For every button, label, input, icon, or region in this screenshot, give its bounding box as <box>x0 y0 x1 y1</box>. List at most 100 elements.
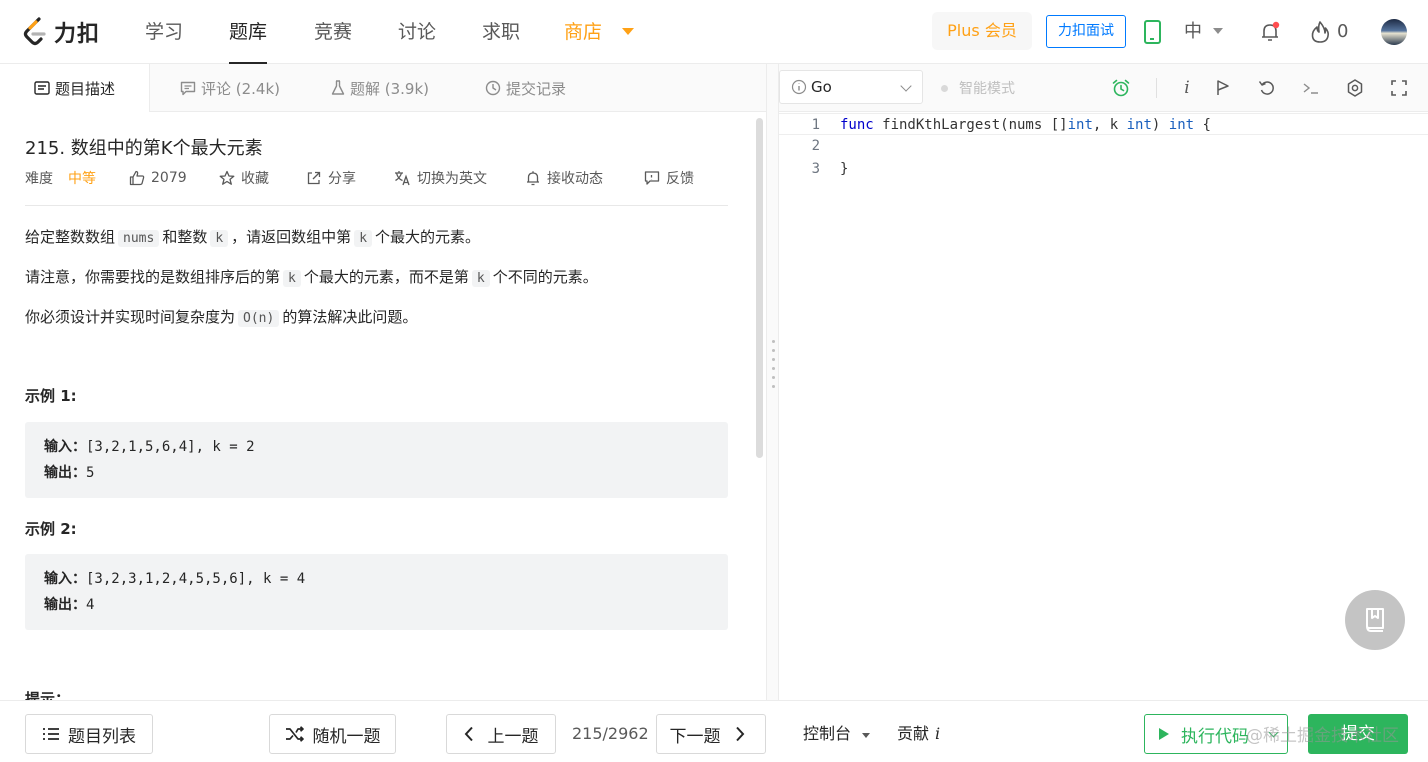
description-scrollbar[interactable] <box>756 118 763 458</box>
problem-position: 215/2962 <box>572 724 649 743</box>
example-1-block: 输入：[3,2,1,5,6,4], k = 2 输出：5 <box>25 422 728 498</box>
paragraph-3: 你必须设计并实现时间复杂度为 O(n) 的算法解决此问题。 <box>25 306 417 327</box>
code-token: { <box>1194 117 1211 133</box>
reset-icon[interactable] <box>1257 78 1277 98</box>
submit-button[interactable]: 提交 <box>1308 714 1408 754</box>
leetcode-logo-icon <box>23 17 46 46</box>
language-switch[interactable]: 中 <box>1184 0 1202 64</box>
panel-splitter[interactable] <box>766 64 779 700</box>
nav-discuss[interactable]: 讨论 <box>398 0 436 64</box>
output-label: 输出： <box>44 597 86 613</box>
chevron-down-icon <box>900 80 912 92</box>
smart-mode-dot <box>941 84 948 92</box>
code-token: ) <box>1151 117 1169 133</box>
input-label: 输入： <box>44 571 86 587</box>
smart-mode-label: 智能模式 <box>959 81 1015 97</box>
alarm-clock-icon[interactable] <box>1111 78 1131 98</box>
tab-comments-label: 评论 (2.4k) <box>201 79 281 98</box>
nav-store[interactable]: 商店 <box>564 0 602 64</box>
text: 个最大的元素。 <box>375 228 481 246</box>
chevron-down-icon[interactable] <box>1268 727 1279 738</box>
tab-comments[interactable]: 评论 (2.4k) <box>180 64 280 112</box>
play-icon <box>1159 728 1169 740</box>
problem-list-button[interactable]: 题目列表 <box>25 714 153 754</box>
mobile-app-icon[interactable] <box>1144 20 1161 44</box>
code-line-1[interactable]: 1 func findKthLargest(nums []int, k int)… <box>779 113 1428 135</box>
subscribe-label: 接收动态 <box>547 171 603 187</box>
code-k: k <box>210 230 229 247</box>
switch-english-button[interactable]: 切换为英文 <box>394 168 487 188</box>
code-line-3[interactable]: 3 } <box>779 158 1428 180</box>
tab-description[interactable]: 题目描述 <box>0 64 150 112</box>
thumbs-up-icon <box>129 170 145 186</box>
code-line-2[interactable]: 2 <box>779 135 1428 157</box>
chevron-right-icon <box>735 726 744 742</box>
contribute-button[interactable]: 贡献 i <box>897 714 940 754</box>
like-button[interactable]: 2079 <box>129 168 187 188</box>
feedback-icon <box>644 171 660 185</box>
feedback-button[interactable]: 反馈 <box>644 168 694 188</box>
smart-mode-toggle[interactable]: 智能模式 <box>941 64 1015 112</box>
prev-problem-label: 上一题 <box>487 726 539 747</box>
nav-jobs[interactable]: 求职 <box>482 0 520 64</box>
nav-problemset[interactable]: 题库 <box>229 0 268 64</box>
share-button[interactable]: 分享 <box>306 168 356 188</box>
streak-fire-icon[interactable] <box>1310 20 1330 44</box>
language-caret-icon[interactable] <box>1213 28 1223 34</box>
tab-solutions-label: 题解 (3.9k) <box>350 79 430 98</box>
subscribe-button[interactable]: 接收动态 <box>525 168 603 188</box>
language-select[interactable]: Go <box>779 70 923 104</box>
notebook-button[interactable] <box>1345 590 1405 650</box>
text: 和整数 <box>162 228 208 246</box>
code-text: } <box>840 161 849 177</box>
line-number: 2 <box>811 138 820 154</box>
share-icon <box>307 171 321 185</box>
selected-language: Go <box>811 78 832 96</box>
problem-list-label: 题目列表 <box>68 726 136 747</box>
favorite-button[interactable]: 收藏 <box>219 168 269 188</box>
top-nav: 力扣 学习 题库 竞赛 讨论 求职 商店 Plus 会员 力扣面试 中 0 <box>0 0 1428 64</box>
list-icon <box>43 728 59 740</box>
settings-gear-icon[interactable] <box>1345 78 1365 98</box>
tab-solutions[interactable]: 题解 (3.9k) <box>331 64 429 112</box>
nav-learn[interactable]: 学习 <box>145 0 183 64</box>
grip-dot <box>772 349 775 352</box>
line-number: 1 <box>811 117 820 133</box>
leetcode-logo[interactable]: 力扣 <box>22 14 100 50</box>
next-problem-button[interactable]: 下一题 <box>656 714 766 754</box>
bell-icon <box>527 171 539 186</box>
translate-icon <box>395 171 410 186</box>
output-label: 输出： <box>44 465 86 481</box>
nav-contest[interactable]: 竞赛 <box>314 0 352 64</box>
console-caret-icon[interactable] <box>862 733 870 738</box>
notification-bell-icon[interactable] <box>1258 20 1282 44</box>
grip-dot <box>772 385 775 388</box>
random-problem-button[interactable]: 随机一题 <box>269 714 396 754</box>
plus-member-button[interactable]: Plus 会员 <box>932 12 1032 50</box>
flag-icon[interactable] <box>1213 78 1233 98</box>
grip-dot <box>772 340 775 343</box>
user-avatar[interactable] <box>1381 19 1407 45</box>
logo-text: 力扣 <box>54 22 101 47</box>
example-2-title: 示例 2: <box>25 520 77 538</box>
code-k: k <box>283 270 301 287</box>
meta-divider <box>25 205 728 206</box>
prev-problem-button[interactable]: 上一题 <box>446 714 556 754</box>
difficulty-badge: 中等 <box>68 171 96 187</box>
terminal-icon[interactable] <box>1301 78 1321 98</box>
problem-description[interactable]: 215. 数组中的第K个最大元素 难度 中等 2079 收藏 分享 切换为英文 … <box>0 112 766 700</box>
type-token: int <box>1126 117 1152 133</box>
store-caret-icon[interactable] <box>622 28 634 35</box>
fullscreen-icon[interactable] <box>1389 78 1409 98</box>
run-code-button[interactable]: 执行代码 <box>1144 714 1288 754</box>
tab-submissions[interactable]: 提交记录 <box>485 64 566 112</box>
console-toggle[interactable]: 控制台 <box>803 714 851 754</box>
interview-button[interactable]: 力扣面试 <box>1046 15 1126 48</box>
code-editor[interactable]: 1 func findKthLargest(nums []int, k int)… <box>779 112 1428 700</box>
example-2-block: 输入：[3,2,3,1,2,4,5,5,6], k = 4 输出：4 <box>25 554 728 630</box>
tab-submissions-label: 提交记录 <box>506 79 567 98</box>
text: ，请返回数组中第 <box>231 228 352 246</box>
info-icon[interactable]: i <box>1177 78 1197 98</box>
shuffle-icon <box>285 726 304 742</box>
paragraph-2: 请注意，你需要找的是数组排序后的第 k 个最大的元素，而不是第 k 个不同的元素。 <box>25 266 598 287</box>
